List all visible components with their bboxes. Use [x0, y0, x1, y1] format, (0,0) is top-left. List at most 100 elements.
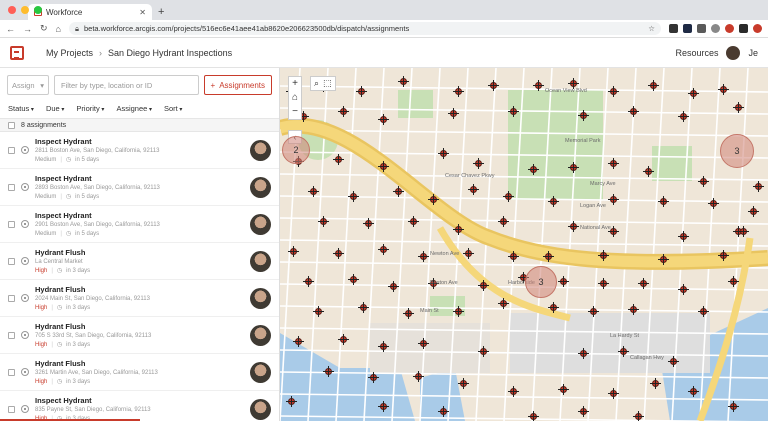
- hydrant-marker[interactable]: [543, 251, 554, 262]
- hydrant-marker[interactable]: [578, 406, 589, 417]
- hydrant-marker[interactable]: [578, 348, 589, 359]
- hydrant-marker[interactable]: [398, 76, 409, 87]
- hydrant-marker[interactable]: [628, 304, 639, 315]
- assignment-row[interactable]: Inspect Hydrant 2811 Boston Ave, San Dieg…: [0, 132, 279, 169]
- hydrant-marker[interactable]: [688, 386, 699, 397]
- hydrant-marker[interactable]: [378, 114, 389, 125]
- close-window-button[interactable]: [8, 6, 16, 14]
- hydrant-marker[interactable]: [323, 366, 334, 377]
- hydrant-marker[interactable]: [658, 196, 669, 207]
- workforce-app-icon[interactable]: [10, 45, 24, 60]
- hydrant-marker[interactable]: [438, 406, 449, 417]
- hydrant-marker[interactable]: [588, 306, 599, 317]
- extension-icon[interactable]: [669, 24, 678, 33]
- hydrant-marker[interactable]: [448, 108, 459, 119]
- assign-dropdown[interactable]: Assign ▾: [7, 75, 49, 95]
- select-area-icon[interactable]: ⬚: [323, 78, 332, 89]
- hydrant-marker[interactable]: [633, 411, 644, 421]
- hydrant-marker[interactable]: [288, 246, 299, 257]
- hydrant-marker[interactable]: [558, 276, 569, 287]
- address-bar[interactable]: 🔒︎ beta.workforce.arcgis.com/projects/51…: [68, 22, 661, 35]
- hydrant-marker[interactable]: [286, 396, 297, 407]
- hydrant-marker[interactable]: [503, 191, 514, 202]
- home-icon[interactable]: ⌂: [56, 24, 61, 34]
- hydrant-marker[interactable]: [463, 248, 474, 259]
- assignee-avatar[interactable]: [250, 213, 271, 235]
- assignee-avatar[interactable]: [250, 398, 271, 420]
- forward-icon[interactable]: →: [23, 24, 32, 34]
- due-sort[interactable]: Due: [46, 104, 64, 113]
- hydrant-marker[interactable]: [348, 191, 359, 202]
- hydrant-marker[interactable]: [473, 158, 484, 169]
- assignee-avatar[interactable]: [250, 324, 271, 346]
- hydrant-marker[interactable]: [453, 224, 464, 235]
- hydrant-marker[interactable]: [568, 78, 579, 89]
- hydrant-marker[interactable]: [708, 198, 719, 209]
- assignment-row[interactable]: Hydrant Flush La Central Market High | ◷ in 3…: [0, 243, 279, 280]
- assignee-sort[interactable]: Assignee: [116, 104, 152, 113]
- extension-icon[interactable]: [683, 24, 692, 33]
- hydrant-marker[interactable]: [333, 154, 344, 165]
- hydrant-marker[interactable]: [528, 411, 539, 421]
- hydrant-marker[interactable]: [508, 106, 519, 117]
- hydrant-marker[interactable]: [303, 276, 314, 287]
- hydrant-marker[interactable]: [318, 216, 329, 227]
- hydrant-marker[interactable]: [498, 216, 509, 227]
- hydrant-marker[interactable]: [668, 356, 679, 367]
- hydrant-marker[interactable]: [378, 341, 389, 352]
- new-tab-button[interactable]: +: [158, 6, 164, 20]
- hydrant-marker[interactable]: [418, 251, 429, 262]
- hydrant-marker[interactable]: [638, 278, 649, 289]
- hydrant-marker[interactable]: [453, 86, 464, 97]
- row-checkbox[interactable]: [8, 257, 15, 265]
- row-checkbox[interactable]: [8, 368, 15, 376]
- assignee-avatar[interactable]: [250, 361, 271, 383]
- hydrant-marker[interactable]: [628, 106, 639, 117]
- resources-link[interactable]: Resources: [675, 48, 718, 58]
- hydrant-marker[interactable]: [608, 388, 619, 399]
- back-icon[interactable]: ←: [6, 24, 15, 34]
- hydrant-marker[interactable]: [403, 308, 414, 319]
- row-checkbox[interactable]: [8, 294, 15, 302]
- hydrant-marker[interactable]: [608, 86, 619, 97]
- hydrant-marker[interactable]: [698, 306, 709, 317]
- hydrant-marker[interactable]: [598, 250, 609, 261]
- priority-sort[interactable]: Priority: [76, 104, 104, 113]
- hydrant-marker[interactable]: [408, 216, 419, 227]
- hydrant-marker[interactable]: [528, 164, 539, 175]
- hydrant-marker[interactable]: [363, 218, 374, 229]
- hydrant-marker[interactable]: [648, 80, 659, 91]
- row-checkbox[interactable]: [8, 183, 15, 191]
- hydrant-marker[interactable]: [338, 106, 349, 117]
- hydrant-marker[interactable]: [308, 186, 319, 197]
- hydrant-marker[interactable]: [488, 80, 499, 91]
- map-cluster[interactable]: 3: [525, 266, 557, 298]
- hydrant-marker[interactable]: [458, 378, 469, 389]
- hydrant-marker[interactable]: [688, 88, 699, 99]
- search-icon[interactable]: ⌕: [314, 78, 319, 89]
- assignment-row[interactable]: Hydrant Flush 2024 Main St, San Diego, Ca…: [0, 280, 279, 317]
- hydrant-marker[interactable]: [718, 84, 729, 95]
- hydrant-marker[interactable]: [558, 384, 569, 395]
- extension-icon[interactable]: [725, 24, 734, 33]
- hydrant-marker[interactable]: [728, 401, 739, 412]
- assignee-avatar[interactable]: [250, 287, 271, 309]
- hydrant-marker[interactable]: [643, 166, 654, 177]
- add-assignments-button[interactable]: + Assignments: [203, 75, 272, 95]
- minimize-window-button[interactable]: [21, 6, 29, 14]
- assignee-avatar[interactable]: [250, 250, 271, 272]
- hydrant-marker[interactable]: [678, 284, 689, 295]
- row-checkbox[interactable]: [8, 146, 15, 154]
- assignment-row[interactable]: Inspect Hydrant 2901 Boston Ave, San Dieg…: [0, 206, 279, 243]
- hydrant-marker[interactable]: [313, 306, 324, 317]
- hydrant-marker[interactable]: [698, 176, 709, 187]
- assignment-row[interactable]: Hydrant Flush 3261 Martin Ave, San Diego,…: [0, 354, 279, 391]
- extension-icon[interactable]: [739, 24, 748, 33]
- zoom-in-button[interactable]: +: [292, 77, 298, 91]
- hydrant-marker[interactable]: [678, 231, 689, 242]
- reload-icon[interactable]: ↻: [40, 23, 48, 34]
- hydrant-marker[interactable]: [748, 206, 759, 217]
- hydrant-marker[interactable]: [478, 346, 489, 357]
- row-checkbox[interactable]: [8, 405, 15, 413]
- row-checkbox[interactable]: [8, 331, 15, 339]
